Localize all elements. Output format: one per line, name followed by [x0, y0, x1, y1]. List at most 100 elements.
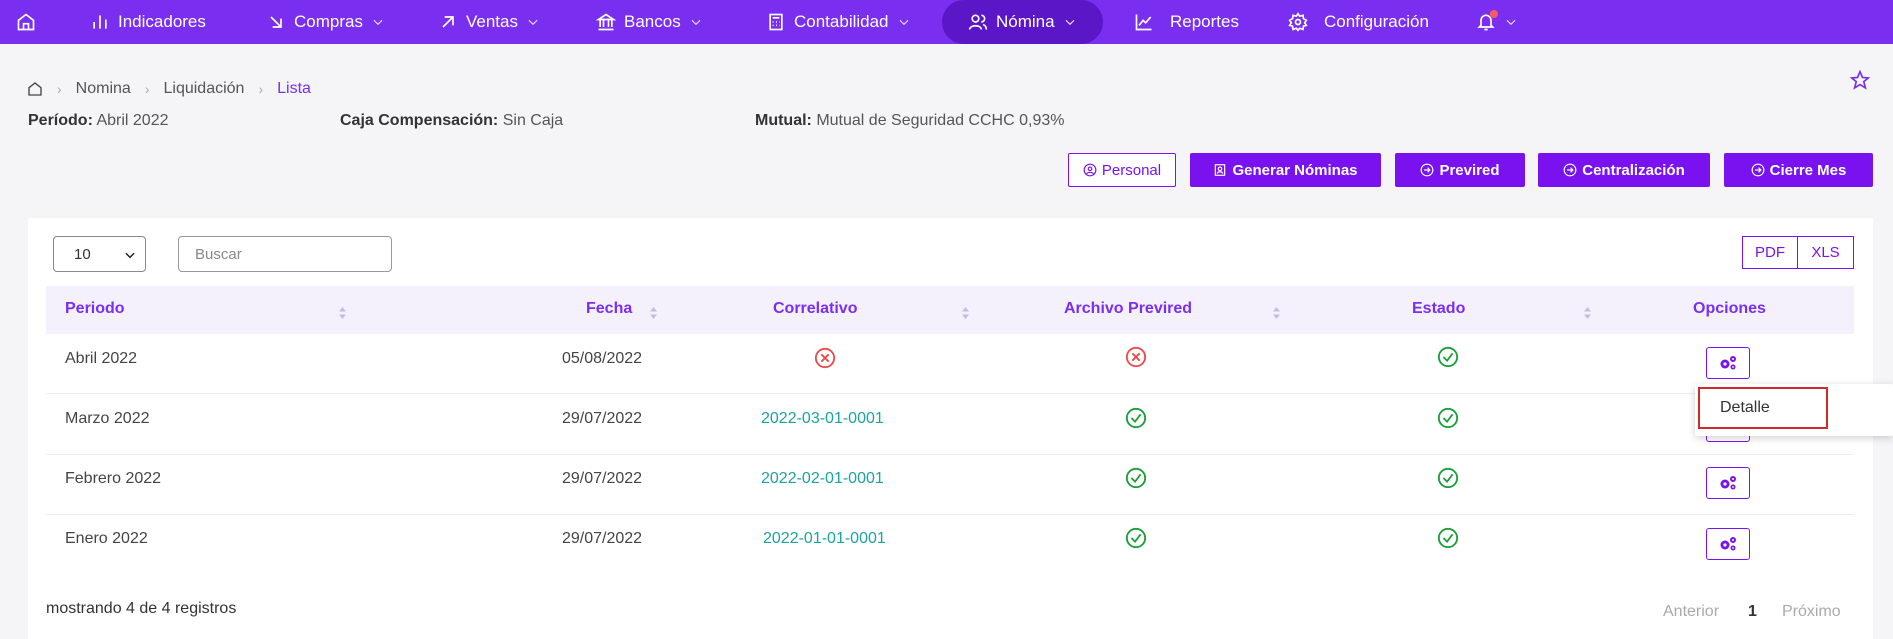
breadcrumb-separator: ›	[258, 81, 264, 97]
header-archivo-previred[interactable]: Archivo Previred	[1064, 300, 1192, 318]
table-card	[28, 218, 1873, 639]
arrow-circle-right-icon	[1421, 163, 1434, 177]
generar-nominas-label: Generar Nóminas	[1232, 161, 1358, 179]
chevron-down-icon	[1065, 19, 1075, 26]
periodo-info: Período: Abril 2022	[28, 112, 169, 130]
home-icon[interactable]	[27, 81, 43, 97]
breadcrumb: › Nomina › Liquidación › Lista	[27, 80, 311, 98]
user-circle-icon	[1083, 163, 1097, 177]
mutual-info: Mutual: Mutual de Seguridad CCHC 0,93%	[755, 112, 1064, 130]
nav-contabilidad[interactable]: Contabilidad	[766, 0, 911, 44]
header-opciones: Opciones	[1693, 300, 1766, 317]
search-placeholder: Buscar	[195, 245, 242, 263]
options-button[interactable]	[1706, 467, 1750, 499]
nav-bancos[interactable]: Bancos	[596, 0, 703, 44]
pagination-page-1[interactable]: 1	[1748, 603, 1757, 621]
nav-indicadores[interactable]: Indicadores	[90, 0, 206, 44]
sort-icon[interactable]	[338, 306, 347, 320]
page-size-select[interactable]: 10	[53, 236, 146, 272]
nav-contabilidad-label: Contabilidad	[794, 12, 889, 31]
arrow-circle-right-icon	[1563, 163, 1577, 177]
xls-export-button[interactable]: XLS	[1797, 236, 1854, 269]
sort-icon[interactable]	[1583, 306, 1592, 320]
gears-icon	[1720, 476, 1736, 490]
nav-indicadores-label: Indicadores	[118, 12, 206, 31]
notifications-button[interactable]	[1476, 0, 1518, 44]
caja-label: Caja Compensación:	[340, 112, 499, 129]
cell-periodo: Enero 2022	[65, 530, 148, 547]
detalle-menu-item[interactable]: Detalle	[1698, 387, 1828, 429]
calculator-icon	[769, 13, 783, 31]
nav-ventas[interactable]: Ventas	[438, 0, 540, 44]
correlativo-link[interactable]: 2022-02-01-0001	[761, 470, 884, 488]
personal-button[interactable]: Personal	[1068, 153, 1176, 187]
mutual-value: Mutual de Seguridad CCHC 0,93%	[816, 112, 1065, 129]
nav-configuracion-label: Configuración	[1324, 12, 1429, 31]
header-correlativo[interactable]: Correlativo	[773, 300, 857, 318]
search-input[interactable]: Buscar	[178, 236, 392, 272]
nav-reportes[interactable]: Reportes	[1134, 0, 1239, 44]
nav-ventas-label: Ventas	[466, 12, 518, 31]
chevron-down-icon	[1506, 19, 1516, 26]
users-icon	[968, 14, 988, 30]
nav-reportes-label: Reportes	[1170, 12, 1239, 31]
breadcrumb-liquidacion[interactable]: Liquidación	[163, 80, 244, 98]
centralizacion-button[interactable]: Centralización	[1538, 153, 1710, 187]
check-circle-icon	[1437, 407, 1459, 429]
notification-dot	[1490, 10, 1498, 18]
nav-compras[interactable]: Compras	[266, 0, 385, 44]
nav-compras-label: Compras	[294, 12, 363, 31]
correlativo-link[interactable]: 2022-03-01-0001	[761, 410, 884, 428]
arrow-up-right-icon	[442, 16, 454, 28]
previred-label: Previred	[1439, 161, 1500, 179]
cell-fecha: 29/07/2022	[562, 410, 643, 427]
chevron-down-icon	[899, 19, 909, 26]
personal-button-label: Personal	[1101, 161, 1162, 179]
generar-nominas-button[interactable]: Generar Nóminas	[1190, 153, 1381, 187]
row-divider	[46, 454, 1854, 455]
check-circle-icon	[1125, 527, 1147, 549]
nav-configuracion[interactable]: Configuración	[1288, 0, 1429, 44]
nav-bancos-label: Bancos	[624, 12, 681, 31]
mutual-label: Mutual:	[755, 112, 812, 129]
check-circle-icon	[1437, 527, 1459, 549]
row-divider	[46, 514, 1854, 515]
nav-nomina[interactable]: Nómina	[942, 0, 1103, 44]
caja-value: Sin Caja	[502, 112, 564, 129]
arrow-down-right-icon	[270, 16, 282, 28]
breadcrumb-nomina[interactable]: Nomina	[76, 80, 131, 98]
pagination-next[interactable]: Próximo	[1782, 603, 1841, 621]
chevron-down-icon	[528, 19, 538, 26]
periodo-label: Período:	[28, 112, 93, 129]
options-button[interactable]	[1706, 347, 1750, 379]
options-dropdown: Detalle	[1695, 384, 1893, 436]
bar-chart-icon	[93, 15, 107, 29]
nav-nomina-label: Nómina	[996, 12, 1055, 31]
breadcrumb-separator: ›	[57, 81, 62, 97]
pdf-export-button[interactable]: PDF	[1742, 236, 1798, 269]
header-fecha[interactable]: Fecha	[586, 300, 632, 318]
header-periodo[interactable]: Periodo	[65, 300, 125, 318]
sort-icon[interactable]	[961, 306, 970, 320]
header-estado[interactable]: Estado	[1412, 300, 1465, 318]
pagination-prev[interactable]: Anterior	[1663, 603, 1719, 621]
sort-icon[interactable]	[1272, 306, 1281, 320]
contact-book-icon	[1215, 164, 1226, 176]
error-circle-icon	[814, 347, 836, 369]
sort-icon[interactable]	[649, 306, 658, 320]
check-circle-icon	[1125, 467, 1147, 489]
check-circle-icon	[1125, 407, 1147, 429]
home-icon	[17, 13, 35, 31]
previred-button[interactable]: Previred	[1395, 153, 1525, 187]
cell-periodo: Marzo 2022	[65, 410, 150, 427]
row-divider	[46, 393, 1854, 394]
star-icon[interactable]	[1850, 70, 1870, 90]
error-circle-icon	[1125, 346, 1147, 368]
options-button[interactable]	[1706, 528, 1750, 560]
cierre-mes-button[interactable]: Cierre Mes	[1724, 153, 1873, 187]
centralizacion-label: Centralización	[1582, 161, 1685, 179]
caja-info: Caja Compensación: Sin Caja	[340, 112, 563, 130]
correlativo-link[interactable]: 2022-01-01-0001	[763, 530, 886, 548]
home-nav-button[interactable]	[16, 0, 36, 44]
periodo-value: Abril 2022	[96, 112, 169, 129]
